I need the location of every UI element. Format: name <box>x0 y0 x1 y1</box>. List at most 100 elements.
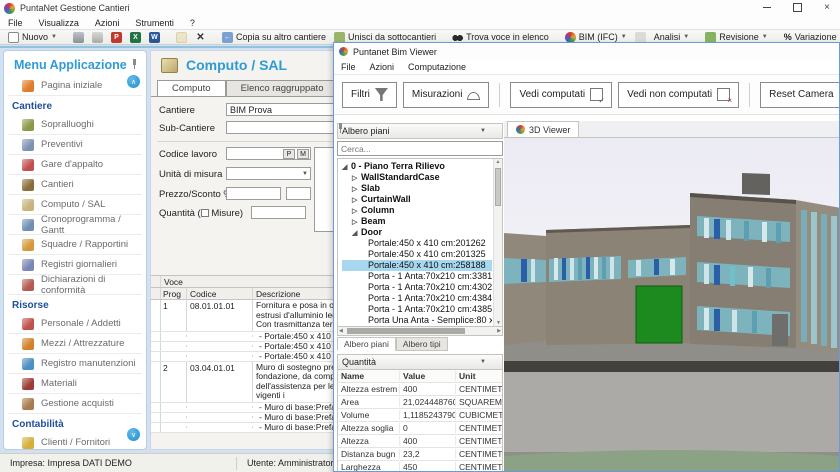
tree-leaf[interactable]: Porta Una Anta - Semplice:80 x 210 <box>342 315 492 326</box>
sidebar-item-materiali[interactable]: Materiali <box>8 374 142 394</box>
tab-albero-tipi[interactable]: Albero tipi <box>396 337 448 351</box>
tree-branch-beam[interactable]: ▷Beam <box>342 216 492 227</box>
export-word-button[interactable]: W <box>145 30 164 44</box>
prezzo-input[interactable] <box>226 187 281 200</box>
menu-help[interactable]: ? <box>182 18 203 28</box>
collapsed-icon[interactable]: ▷ <box>352 206 361 216</box>
misurazioni-button[interactable]: Misurazioni <box>403 82 490 108</box>
menu-azioni[interactable]: Azioni <box>87 18 128 28</box>
expanded-icon[interactable]: ◢ <box>342 162 351 172</box>
copia-cantiere-button[interactable]: ← Copia su altro cantiere <box>218 30 330 44</box>
tree-leaf[interactable]: Porta - 1 Anta:70x210 cm:338122 <box>342 271 492 282</box>
dialog-menu-file[interactable]: File <box>334 62 363 72</box>
3d-scene[interactable] <box>504 138 840 472</box>
quantity-row[interactable]: Altezza400CENTIMETRE <box>338 435 502 448</box>
print-button[interactable] <box>69 30 88 44</box>
pin-icon[interactable] <box>131 59 138 69</box>
minimize-icon[interactable] <box>760 1 774 14</box>
quantita-header[interactable]: Quantità ▼ <box>337 354 503 370</box>
menu-strumenti[interactable]: Strumenti <box>127 18 182 28</box>
sidebar-item-preventivi[interactable]: Preventivi <box>8 135 142 155</box>
misure-checkbox[interactable] <box>201 209 209 217</box>
tree-root[interactable]: ◢0 - Piano Terra Rilievo <box>342 161 492 172</box>
quantity-row[interactable]: Distanza bugn23,2CENTIMETRE <box>338 448 502 461</box>
export-pdf-button[interactable]: P <box>107 30 126 44</box>
tree-vertical-scrollbar[interactable]: ▲▼ <box>493 159 502 326</box>
tree-branch-wallstandardcase[interactable]: ▷WallStandardCase <box>342 172 492 183</box>
tab-albero-piani[interactable]: Albero piani <box>337 337 396 351</box>
expanded-icon[interactable]: ◢ <box>352 228 361 238</box>
vedi-computati-button[interactable]: Vedi computati <box>510 82 612 108</box>
tab-computo[interactable]: Computo <box>157 80 226 96</box>
sidebar-item-gare-appalto[interactable]: Gare d'appalto <box>8 155 142 175</box>
tab-3d-viewer[interactable]: 3D Viewer <box>507 121 579 137</box>
quantity-row[interactable]: Altezza soglia0CENTIMETRE <box>338 422 502 435</box>
quantity-row[interactable]: Altezza estrem400CENTIMETRE <box>338 383 502 396</box>
close-icon[interactable]: × <box>820 1 834 14</box>
tree-leaf-selected[interactable]: Portale:450 x 410 cm:258188 <box>342 260 492 271</box>
tree-horizontal-scrollbar[interactable]: ◀▶ <box>337 327 503 336</box>
print-preview-button[interactable] <box>88 30 107 44</box>
sconto-input[interactable] <box>286 187 311 200</box>
sidebar-item-personale[interactable]: Personale / Addetti <box>8 314 142 334</box>
vedi-non-computati-button[interactable]: Vedi non computati <box>618 82 739 108</box>
scrollbar-thumb[interactable] <box>495 168 501 206</box>
albero-piani-header[interactable]: Albero piani ▼ <box>337 123 503 139</box>
dialog-menu-computazione[interactable]: Computazione <box>401 62 473 72</box>
tree-leaf[interactable]: Portale:450 x 410 cm:201262 <box>342 238 492 249</box>
sidebar-item-dichiarazioni[interactable]: Dichiarazioni di conformità <box>8 275 142 295</box>
col-prog[interactable]: Prog <box>161 288 187 300</box>
search-input[interactable] <box>337 141 503 156</box>
sidebar-item-sopralluoghi[interactable]: Sopralluoghi <box>8 115 142 135</box>
pin-icon[interactable] <box>491 126 498 136</box>
quantity-row[interactable]: Volume1,11852437901CUBICMETRE <box>338 409 502 422</box>
col-codice[interactable]: Codice <box>187 288 253 300</box>
tree-leaf[interactable]: Portale:450 x 410 cm:201325 <box>342 249 492 260</box>
reset-camera-button[interactable]: Reset Camera <box>760 82 840 108</box>
sidebar-item-clienti[interactable]: Clienti / Fornitori <box>8 433 142 450</box>
unita-misura-combo[interactable]: ▼ <box>226 167 311 180</box>
collapsed-icon[interactable]: ▷ <box>352 195 361 205</box>
pin-icon[interactable] <box>491 357 498 367</box>
sidebar-item-cantieri[interactable]: Cantieri <box>8 175 142 195</box>
open-button[interactable] <box>172 30 191 44</box>
tree-leaf[interactable]: Porta - 1 Anta:70x210 cm:438459 <box>342 293 492 304</box>
tree-leaf[interactable]: Porta - 1 Anta:70x210 cm:430267 <box>342 282 492 293</box>
col-name[interactable]: Name <box>338 371 400 381</box>
collapsed-icon[interactable]: ▷ <box>352 184 361 194</box>
collapsed-icon[interactable]: ▷ <box>352 173 361 183</box>
sidebar-item-mezzi[interactable]: Mezzi / Attrezzature <box>8 334 142 354</box>
tree-branch-door[interactable]: ◢Door <box>342 227 492 238</box>
scrollbar-thumb[interactable] <box>347 328 465 334</box>
nuovo-button[interactable]: Nuovo ▼ <box>4 30 61 44</box>
col-value[interactable]: Value <box>400 371 456 381</box>
quantita-input[interactable] <box>251 206 306 219</box>
dialog-menu-azioni[interactable]: Azioni <box>363 62 402 72</box>
tree-leaf[interactable]: Porta - 1 Anta:70x210 cm:438522 <box>342 304 492 315</box>
sidebar-item-pagina-iniziale[interactable]: Pagina iniziale <box>8 76 142 96</box>
sidebar-item-registri[interactable]: Registri giornalieri <box>8 255 142 275</box>
menu-visualizza[interactable]: Visualizza <box>31 18 87 28</box>
m-button[interactable]: M <box>297 149 309 159</box>
codice-lavoro-input[interactable]: P M <box>226 147 311 160</box>
menu-file[interactable]: File <box>0 18 31 28</box>
delete-button[interactable]: ✕ <box>191 30 210 44</box>
sidebar-item-acquisti[interactable]: Gestione acquisti <box>8 394 142 414</box>
p-button[interactable]: P <box>283 149 295 159</box>
scroll-down-button[interactable]: ∨ <box>127 428 140 441</box>
maximize-icon[interactable] <box>790 1 804 14</box>
scroll-up-button[interactable]: ∧ <box>127 75 140 88</box>
export-excel-button[interactable]: X <box>126 30 145 44</box>
tab-elenco-raggruppato[interactable]: Elenco raggruppato <box>226 80 339 96</box>
collapsed-icon[interactable]: ▷ <box>352 217 361 227</box>
sidebar-item-computo-sal[interactable]: Computo / SAL <box>8 195 142 215</box>
filtri-button[interactable]: Filtri <box>342 82 397 108</box>
quantity-row[interactable]: Larghezza450CENTIMETRE <box>338 461 502 472</box>
tree-branch-curtainwall[interactable]: ▷CurtainWall <box>342 194 492 205</box>
sidebar-item-cronoprogramma[interactable]: Cronoprogramma / Gantt <box>8 215 142 235</box>
tree-branch-slab[interactable]: ▷Slab <box>342 183 492 194</box>
tree-branch-column[interactable]: ▷Column <box>342 205 492 216</box>
quantity-row[interactable]: Area21,02444876056SQUAREMETRE <box>338 396 502 409</box>
col-unit[interactable]: Unit <box>456 371 502 381</box>
sidebar-item-squadre[interactable]: Squadre / Rapportini <box>8 235 142 255</box>
